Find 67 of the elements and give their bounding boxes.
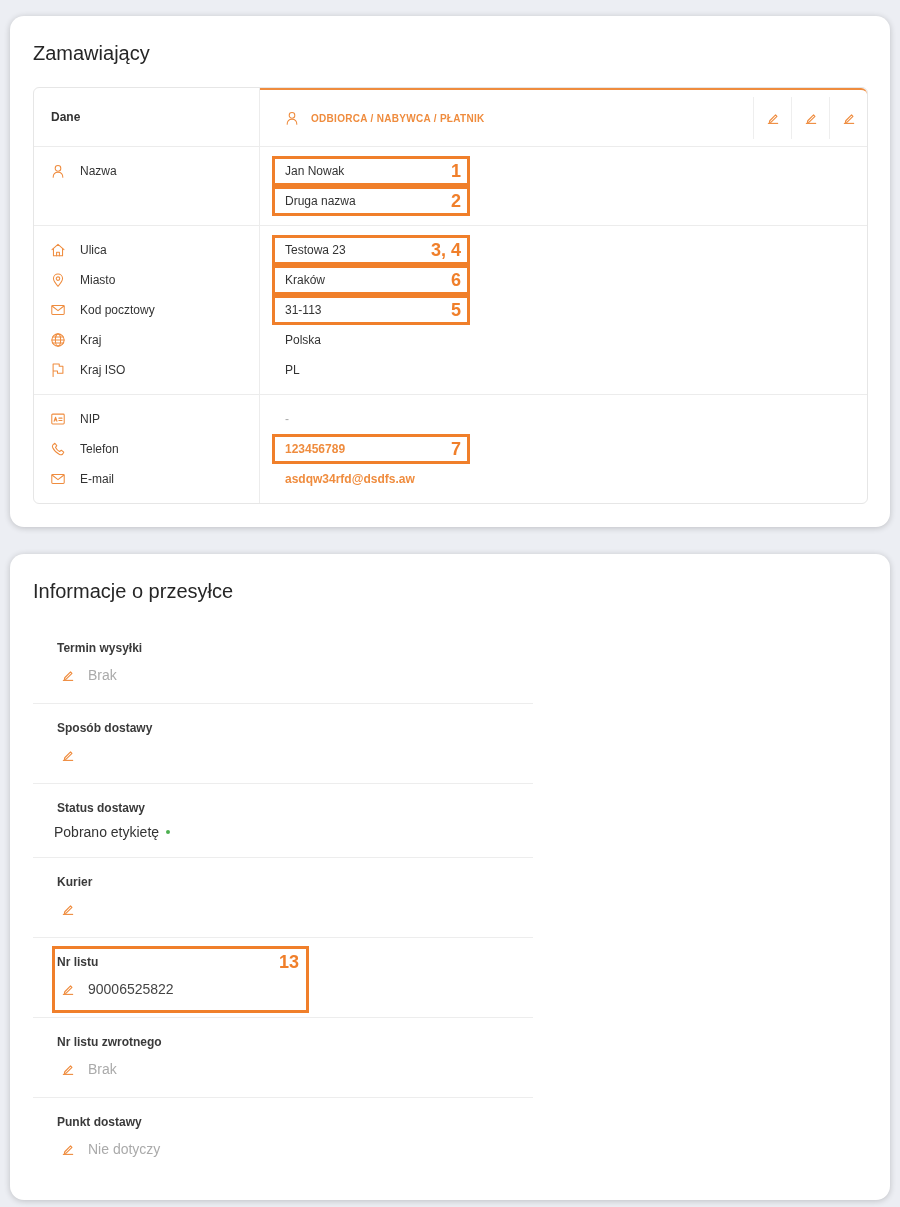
field-label: NIP xyxy=(80,412,100,426)
house-icon xyxy=(51,243,65,257)
callout-number: 5 xyxy=(451,300,461,320)
callout-number: 3, 4 xyxy=(430,240,461,260)
callout-number: 7 xyxy=(451,439,461,459)
field-value: Nie dotyczy xyxy=(88,1141,161,1157)
field-value: Brak xyxy=(88,1061,117,1077)
pencil-icon xyxy=(766,112,779,124)
pencil-icon xyxy=(62,669,74,681)
envelope-icon xyxy=(51,303,65,317)
callout-number: 13 xyxy=(278,952,299,972)
field-label: Telefon xyxy=(80,442,119,456)
section-title: Informacje o przesyłce xyxy=(33,579,234,604)
callout-number: 2 xyxy=(451,191,461,211)
field-label: Status dostawy xyxy=(57,801,146,815)
pencil-icon xyxy=(62,749,74,761)
field-label: Kraj xyxy=(80,333,102,347)
pencil-icon xyxy=(62,983,74,995)
pencil-icon xyxy=(804,112,817,124)
field-label: Nr listu xyxy=(57,955,99,969)
field-label: Termin wysyłki xyxy=(57,641,143,655)
field-value: Brak xyxy=(88,667,117,683)
edit-button[interactable] xyxy=(62,1063,74,1075)
edit-button[interactable] xyxy=(62,749,74,761)
field-value: Polska xyxy=(285,333,322,347)
column-header: Dane xyxy=(51,110,81,124)
field-label: Kraj ISO xyxy=(80,363,126,377)
pencil-icon xyxy=(62,1063,74,1075)
edit-button[interactable] xyxy=(62,1143,74,1155)
field-label: Kod pocztowy xyxy=(80,303,155,317)
field-label: E-mail xyxy=(80,472,114,486)
id-card-icon xyxy=(51,412,65,426)
globe-icon xyxy=(51,333,65,347)
pencil-icon xyxy=(62,1143,74,1155)
phone-link[interactable]: 123456789 xyxy=(285,442,346,456)
pencil-icon xyxy=(62,903,74,915)
field-label: Nazwa xyxy=(80,164,117,178)
location-pin-icon xyxy=(51,273,65,287)
envelope-icon xyxy=(51,472,65,486)
field-label: Punkt dostawy xyxy=(57,1115,142,1129)
status-text: Pobrano etykietę xyxy=(54,824,160,840)
callout-number: 6 xyxy=(451,270,461,290)
field-value: Jan Nowak xyxy=(285,164,345,178)
field-value: - xyxy=(285,412,289,426)
field-value: Kraków xyxy=(285,273,325,287)
field-value: PL xyxy=(285,363,300,377)
pencil-icon xyxy=(842,112,855,124)
edit-button[interactable] xyxy=(62,903,74,915)
section-title: Zamawiający xyxy=(33,41,150,66)
field-label: Nr listu zwrotnego xyxy=(57,1035,162,1049)
field-label: Miasto xyxy=(80,273,116,287)
field-label: Sposób dostawy xyxy=(57,721,153,735)
field-label: Ulica xyxy=(80,243,107,257)
edit-button[interactable] xyxy=(62,983,74,995)
email-link[interactable]: asdqw34rfd@dsdfs.aw xyxy=(285,472,415,486)
field-value: Testowa 23 xyxy=(285,243,346,257)
field-value: 31-113 xyxy=(285,303,322,317)
field-value: 90006525822 xyxy=(88,981,174,997)
phone-icon xyxy=(51,442,65,456)
field-label: Kurier xyxy=(57,875,93,889)
person-icon xyxy=(51,164,65,178)
callout-number: 1 xyxy=(451,161,461,181)
edit-button[interactable] xyxy=(62,669,74,681)
flag-icon xyxy=(51,363,65,377)
tab[interactable]: ODBIORCA / NABYWCA / PŁATNIK xyxy=(285,111,485,125)
field-value: Druga nazwa xyxy=(285,194,356,208)
person-icon xyxy=(285,111,299,125)
